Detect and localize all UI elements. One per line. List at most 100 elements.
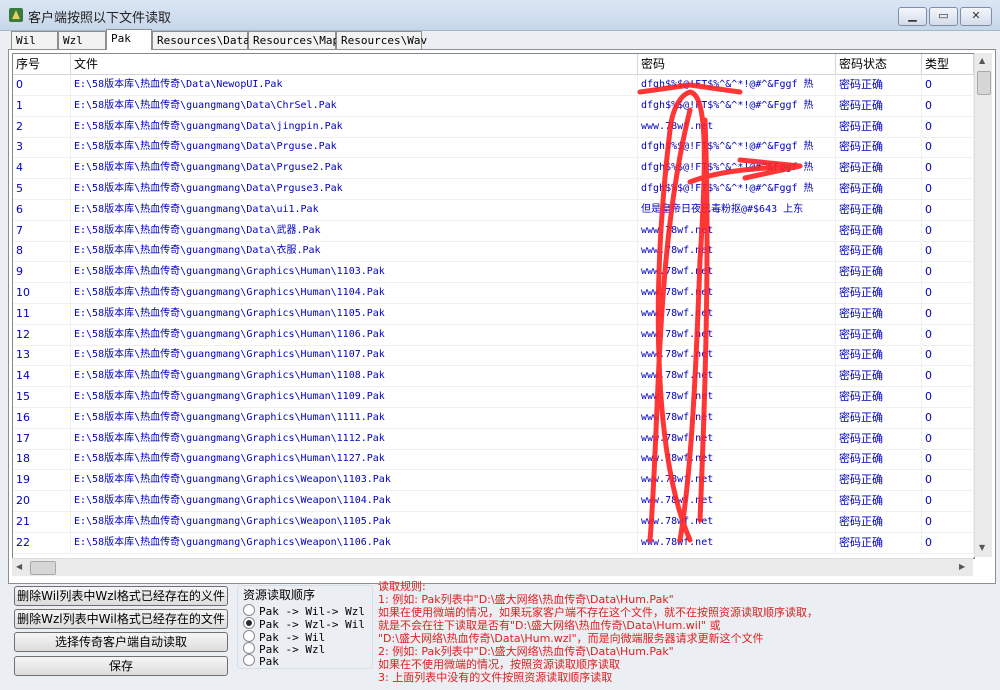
read-order-option-4[interactable]: Pak bbox=[243, 654, 279, 668]
row-type: 0 bbox=[922, 345, 974, 366]
row-password: dfgh$%$@!FT$%^&^*!@#^&Fggf 热 bbox=[638, 75, 836, 95]
read-order-option-0[interactable]: Pak -> Wil-> Wzl bbox=[243, 604, 365, 618]
row-index: 1 bbox=[13, 95, 71, 116]
row-index: 0 bbox=[13, 75, 71, 95]
table-row[interactable]: 12 E:\58版本库\热血传奇\guangmang\Graphics\Human… bbox=[13, 324, 974, 346]
table-row[interactable]: 4 E:\58版本库\热血传奇\guangmang\Data\Prguse2.Pa… bbox=[13, 158, 974, 180]
rule-line: 2: 例如: Pak列表中"D:\盛大网络\热血传奇\Data\Hum.Pak" bbox=[378, 645, 674, 658]
row-type: 0 bbox=[922, 387, 974, 407]
row-index: 13 bbox=[13, 345, 71, 366]
vertical-scroll-thumb[interactable] bbox=[977, 71, 991, 95]
header-password[interactable]: 密码 bbox=[638, 54, 836, 74]
main-window: 客户端按照以下文件读取 ▁ ▭ ✕ Wil Wzl Pak Resources\… bbox=[0, 0, 1000, 690]
scroll-right-icon[interactable]: ▶ bbox=[959, 562, 965, 571]
row-file: E:\58版本库\热血传奇\guangmang\Graphics\Human\1… bbox=[71, 345, 638, 366]
row-password-status: 密码正确 bbox=[836, 283, 922, 303]
row-file: E:\58版本库\热血传奇\guangmang\Graphics\Weapon\… bbox=[71, 491, 638, 511]
table-row[interactable]: 5 E:\58版本库\热血传奇\guangmang\Data\Prguse3.Pa… bbox=[13, 179, 974, 200]
delete-wil-in-wzl-button[interactable]: 删除Wzl列表中Wil格式已经存在的文件 bbox=[14, 609, 228, 629]
table-row[interactable]: 9 E:\58版本库\热血传奇\guangmang\Graphics\Human\… bbox=[13, 262, 974, 284]
file-table[interactable]: 序号 文件 密码 密码状态 类型 0 E:\58版本库\热血传奇\Data\New… bbox=[12, 53, 975, 559]
table-row[interactable]: 8 E:\58版本库\热血传奇\guangmang\Data\衣服.Pak www.… bbox=[13, 241, 974, 263]
row-password-status: 密码正确 bbox=[836, 75, 922, 95]
table-row[interactable]: 2 E:\58版本库\热血传奇\guangmang\Data\jingpin.Pa… bbox=[13, 116, 974, 138]
row-type: 0 bbox=[922, 283, 974, 303]
scroll-left-icon[interactable]: ◀ bbox=[16, 562, 22, 571]
minimize-button[interactable]: ▁ bbox=[898, 7, 927, 26]
row-file: E:\58版本库\热血传奇\guangmang\Data\ui1.Pak bbox=[71, 199, 638, 220]
scroll-up-icon[interactable]: ▲ bbox=[979, 56, 985, 65]
row-password-status: 密码正确 bbox=[836, 407, 922, 428]
row-password-status: 密码正确 bbox=[836, 387, 922, 407]
table-row[interactable]: 18 E:\58版本库\热血传奇\guangmang\Graphics\Human… bbox=[13, 449, 974, 471]
row-password-status: 密码正确 bbox=[836, 262, 922, 283]
table-row[interactable]: 13 E:\58版本库\热血传奇\guangmang\Graphics\Human… bbox=[13, 345, 974, 367]
header-file[interactable]: 文件 bbox=[71, 54, 638, 74]
row-index: 20 bbox=[13, 491, 71, 511]
read-order-option-1[interactable]: Pak -> Wzl-> Wil bbox=[243, 617, 365, 631]
row-index: 3 bbox=[13, 137, 71, 158]
header-password-status[interactable]: 密码状态 bbox=[836, 54, 922, 74]
row-file: E:\58版本库\热血传奇\guangmang\Data\武器.Pak bbox=[71, 220, 638, 241]
close-button[interactable]: ✕ bbox=[960, 7, 992, 26]
row-password-status: 密码正确 bbox=[836, 116, 922, 137]
table-row[interactable]: 6 E:\58版本库\热血传奇\guangmang\Data\ui1.Pak 但是皇… bbox=[13, 199, 974, 221]
tab-resources-map[interactable]: Resources\Map bbox=[248, 31, 339, 49]
maximize-button[interactable]: ▭ bbox=[929, 7, 958, 26]
rule-line: 就是不会在往下读取是否有"D:\盛大网络\热血传奇\Data\Hum.wil" … bbox=[378, 619, 721, 632]
row-password: www.78wf.net bbox=[638, 366, 836, 387]
tab-wil[interactable]: Wil bbox=[11, 31, 58, 49]
table-row[interactable]: 14 E:\58版本库\热血传奇\guangmang\Graphics\Human… bbox=[13, 366, 974, 388]
row-index: 7 bbox=[13, 220, 71, 241]
rule-line: 1: 例如: Pak列表中"D:\盛大网络\热血传奇\Data\Hum.Pak" bbox=[378, 593, 674, 606]
row-file: E:\58版本库\热血传奇\guangmang\Graphics\Human\1… bbox=[71, 283, 638, 303]
row-file: E:\58版本库\热血传奇\guangmang\Data\ChrSel.Pak bbox=[71, 95, 638, 116]
row-password-status: 密码正确 bbox=[836, 449, 922, 470]
auto-read-client-button[interactable]: 选择传奇客户端自动读取 bbox=[14, 632, 228, 652]
row-password: www.78wf.net bbox=[638, 511, 836, 532]
row-index: 9 bbox=[13, 262, 71, 283]
delete-wzl-in-wil-button[interactable]: 删除Wil列表中Wzl格式已经存在的义件 bbox=[14, 586, 228, 606]
header-index[interactable]: 序号 bbox=[13, 54, 71, 74]
row-index: 4 bbox=[13, 158, 71, 179]
radio-icon bbox=[243, 630, 255, 642]
table-row[interactable]: 11 E:\58版本库\热血传奇\guangmang\Graphics\Human… bbox=[13, 303, 974, 325]
table-row[interactable]: 16 E:\58版本库\热血传奇\guangmang\Graphics\Human… bbox=[13, 407, 974, 429]
scroll-down-icon[interactable]: ▼ bbox=[979, 543, 985, 552]
header-type[interactable]: 类型 bbox=[922, 54, 974, 74]
table-row[interactable]: 21 E:\58版本库\热血传奇\guangmang\Graphics\Weapo… bbox=[13, 511, 974, 533]
row-password: www.78wf.net bbox=[638, 283, 836, 303]
row-type: 0 bbox=[922, 532, 974, 553]
row-file: E:\58版本库\热血传奇\guangmang\Graphics\Human\1… bbox=[71, 407, 638, 428]
tab-wzl[interactable]: Wzl bbox=[58, 31, 106, 49]
horizontal-scrollbar[interactable]: ◀ ▶ bbox=[12, 558, 973, 576]
row-file: E:\58版本库\热血传奇\guangmang\Graphics\Human\1… bbox=[71, 303, 638, 324]
rule-line: "D:\盛大网络\热血传奇\Data\Hum.wzl"，而是向微端服务器请求更新… bbox=[378, 632, 764, 645]
row-password: www.78wf.net bbox=[638, 220, 836, 241]
table-row[interactable]: 10 E:\58版本库\热血传奇\guangmang\Graphics\Human… bbox=[13, 283, 974, 304]
table-row[interactable]: 22 E:\58版本库\热血传奇\guangmang\Graphics\Weapo… bbox=[13, 532, 974, 554]
table-row[interactable]: 15 E:\58版本库\热血传奇\guangmang\Graphics\Human… bbox=[13, 387, 974, 408]
table-row[interactable]: 19 E:\58版本库\热血传奇\guangmang\Graphics\Weapo… bbox=[13, 470, 974, 492]
row-password: dfgh$%$@!FT$%^&^*!@#^&Fggf 热 bbox=[638, 158, 836, 179]
table-row[interactable]: 7 E:\58版本库\热血传奇\guangmang\Data\武器.Pak www.… bbox=[13, 220, 974, 242]
save-button[interactable]: 保存 bbox=[14, 656, 228, 676]
tab-pak[interactable]: Pak bbox=[106, 29, 152, 50]
close-icon: ✕ bbox=[971, 9, 981, 22]
row-password-status: 密码正确 bbox=[836, 199, 922, 220]
vertical-scrollbar[interactable]: ▲ ▼ bbox=[974, 53, 992, 557]
read-rules: 读取规则: 1: 例如: Pak列表中"D:\盛大网络\热血传奇\Data\Hu… bbox=[378, 580, 818, 684]
table-row[interactable]: 17 E:\58版本库\热血传奇\guangmang\Graphics\Human… bbox=[13, 428, 974, 450]
row-index: 16 bbox=[13, 407, 71, 428]
horizontal-scroll-thumb[interactable] bbox=[30, 561, 56, 575]
table-row[interactable]: 3 E:\58版本库\热血传奇\guangmang\Data\Prguse.Pak… bbox=[13, 137, 974, 159]
row-password-status: 密码正确 bbox=[836, 366, 922, 387]
table-row[interactable]: 20 E:\58版本库\热血传奇\guangmang\Graphics\Weapo… bbox=[13, 491, 974, 512]
tab-resources-wav[interactable]: Resources\Wav bbox=[336, 31, 427, 49]
row-index: 12 bbox=[13, 324, 71, 345]
row-file: E:\58版本库\热血传奇\guangmang\Data\衣服.Pak bbox=[71, 241, 638, 262]
tab-resources-data[interactable]: Resources\Data bbox=[152, 31, 250, 49]
table-row[interactable]: 1 E:\58版本库\热血传奇\guangmang\Data\ChrSel.Pak… bbox=[13, 95, 974, 117]
table-row[interactable]: 0 E:\58版本库\热血传奇\Data\NewopUI.Pak dfgh$%$@!… bbox=[13, 75, 974, 96]
row-index: 2 bbox=[13, 116, 71, 137]
